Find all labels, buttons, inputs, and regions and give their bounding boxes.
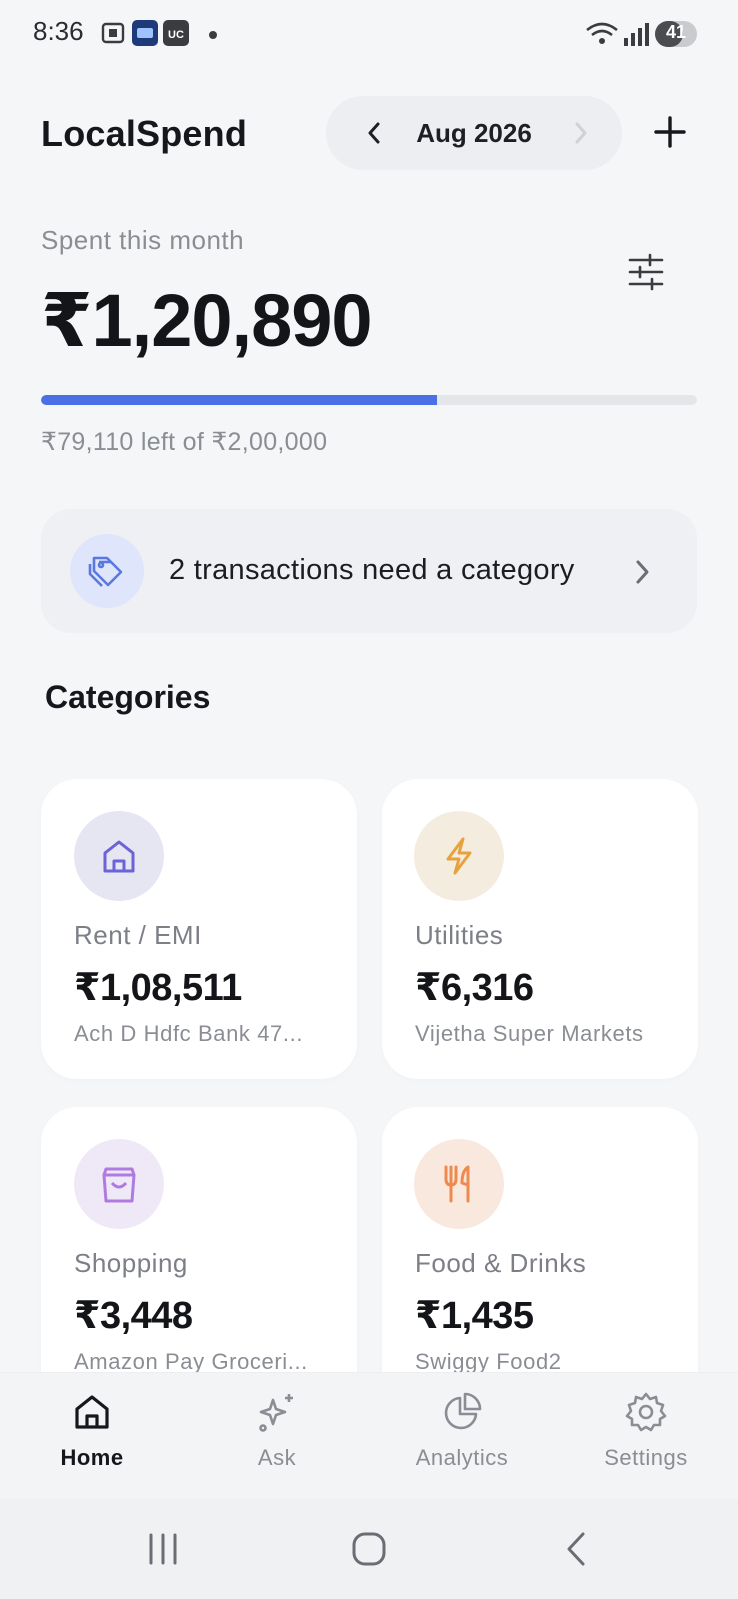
category-amount: ₹1,435 [415,1295,534,1337]
app-notification-icon [132,20,158,46]
filter-button[interactable] [626,252,666,292]
chevron-right-icon [575,122,587,144]
gear-icon [625,1392,667,1432]
categories-title: Categories [45,679,211,715]
nav-analytics[interactable]: Analytics [382,1390,542,1471]
recents-button[interactable] [146,1532,180,1571]
alert-icon-badge [70,534,144,608]
chevron-right-icon [636,560,649,584]
spent-label: Spent this month [41,225,245,255]
budget-remaining-text: ₹79,110 left of ₹2,00,000 [41,428,328,456]
svg-text:UC: UC [168,29,184,41]
home-icon [75,1395,109,1429]
nav-label-ask: Ask [257,1445,297,1470]
home-circle-icon [352,1532,386,1566]
category-icon-badge [74,811,164,901]
sliders-icon [628,253,664,291]
notification-dot [209,31,217,39]
category-amount: ₹3,448 [74,1295,193,1337]
uc-icon: UC [163,20,189,46]
nav-label-settings: Settings [604,1445,688,1470]
chevron-left-icon [368,122,380,144]
system-home-button[interactable] [351,1531,387,1572]
next-month-button[interactable] [565,118,595,148]
category-name: Food & Drinks [415,1248,587,1278]
back-icon [567,1532,585,1566]
month-label: Aug 2026 [416,118,532,148]
battery-indicator: 41 [655,21,697,47]
nav-settings[interactable]: Settings [566,1390,726,1471]
add-button[interactable] [652,114,688,150]
category-icon-badge [414,811,504,901]
spent-amount: ₹1,20,890 [41,279,373,362]
fork-knife-icon [444,1165,470,1203]
nav-label-analytics: Analytics [415,1445,509,1470]
recents-icon [149,1533,177,1565]
wifi-icon [585,20,619,53]
signal-icon [622,20,650,53]
category-name: Utilities [415,920,504,950]
budget-progress-bar [41,395,697,405]
status-time: 8:36 [33,16,84,46]
alert-text: 2 transactions need a category [169,554,575,586]
category-merchant: Ach D Hdfc Bank 47... [74,1021,304,1046]
system-back-button[interactable] [562,1531,592,1572]
app-title: LocalSpend [41,113,248,154]
bolt-icon [446,837,472,875]
pie-chart-icon [444,1392,482,1430]
sparkle-icon [259,1394,293,1432]
category-amount: ₹6,316 [415,967,534,1009]
category-icon-badge [414,1139,504,1229]
nav-home[interactable]: Home [12,1390,172,1471]
nav-label-home: Home [60,1445,124,1470]
category-icon-badge [74,1139,164,1229]
category-amount: ₹1,08,511 [74,967,242,1009]
category-merchant: Vijetha Super Markets [415,1021,644,1046]
category-name: Rent / EMI [74,920,202,950]
category-name: Shopping [74,1248,188,1278]
plus-icon [654,116,686,148]
bag-icon [102,1167,136,1203]
budget-progress-fill [41,395,438,405]
alert-chevron [630,557,656,592]
nav-ask[interactable]: Ask [197,1390,357,1471]
prev-month-button[interactable] [360,118,390,148]
home-icon [103,840,135,873]
screenshot-icon [100,20,126,46]
tag-icon [88,556,123,587]
